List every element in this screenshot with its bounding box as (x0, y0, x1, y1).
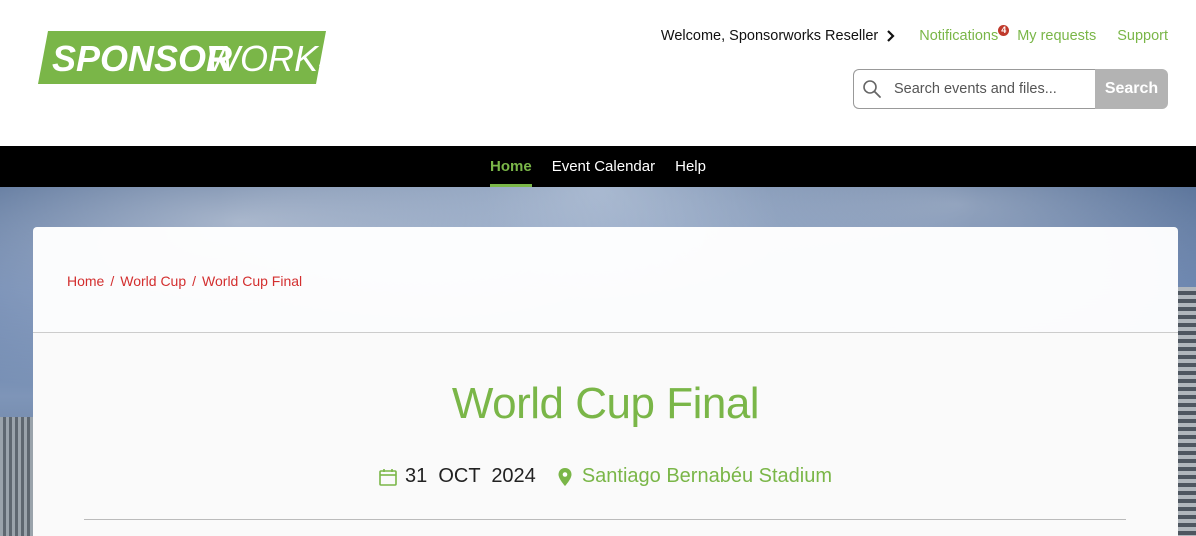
stadium-stand-right (1178, 287, 1196, 536)
search-button[interactable]: Search (1095, 69, 1168, 109)
event-card: Home / World Cup / World Cup Final World… (33, 227, 1178, 536)
search-field-wrapper (853, 69, 1095, 109)
breadcrumb-world-cup-final[interactable]: World Cup Final (202, 273, 302, 289)
event-header-section (33, 333, 1178, 536)
search-input[interactable] (894, 81, 1084, 97)
support-link[interactable]: Support (1117, 28, 1168, 44)
notifications-link[interactable]: Notifications 4 (919, 25, 1010, 44)
breadcrumb-separator: / (110, 273, 115, 289)
event-date-text: 31 OCT 2024 (404, 465, 536, 487)
event-date: 31 OCT 2024 (379, 465, 536, 488)
welcome-menu[interactable]: Welcome, Sponsorworks Reseller (661, 28, 919, 44)
event-location[interactable]: Santiago Bernabéu Stadium (558, 465, 832, 488)
nav-item-event-calendar[interactable]: Event Calendar (542, 146, 665, 187)
sponsorworks-logo[interactable]: SPONSOR WORKS (38, 31, 326, 84)
calendar-icon (379, 468, 397, 486)
search-bar: Search (853, 69, 1168, 109)
event-meta: 31 OCT 2024 Santiago Bernabéu Stadium (33, 465, 1178, 488)
section-divider (84, 519, 1126, 520)
event-location-text: Santiago Bernabéu Stadium (581, 465, 832, 487)
breadcrumb-world-cup[interactable]: World Cup (120, 273, 186, 289)
breadcrumb: Home / World Cup / World Cup Final (67, 273, 302, 289)
my-requests-link[interactable]: My requests (1017, 28, 1096, 44)
main-navigation: Home Event Calendar Help (0, 146, 1196, 187)
nav-item-home[interactable]: Home (480, 146, 542, 187)
event-title: World Cup Final (451, 379, 760, 428)
breadcrumb-home[interactable]: Home (67, 273, 104, 289)
map-pin-icon (558, 467, 572, 486)
stadium-stand-left (0, 417, 34, 536)
notifications-label: Notifications (919, 28, 999, 44)
notification-count-badge: 4 (998, 25, 1010, 36)
top-navigation: Welcome, Sponsorworks Reseller Notificat… (661, 25, 1168, 44)
logo-text-light: WORKS (206, 38, 326, 79)
chevron-right-icon (887, 30, 895, 42)
search-icon (863, 80, 881, 98)
breadcrumb-separator: / (192, 273, 197, 289)
site-header: SPONSOR WORKS Welcome, Sponsorworks Rese… (0, 0, 1196, 146)
welcome-label: Welcome, Sponsorworks Reseller (660, 28, 879, 44)
nav-item-help[interactable]: Help (665, 146, 716, 187)
